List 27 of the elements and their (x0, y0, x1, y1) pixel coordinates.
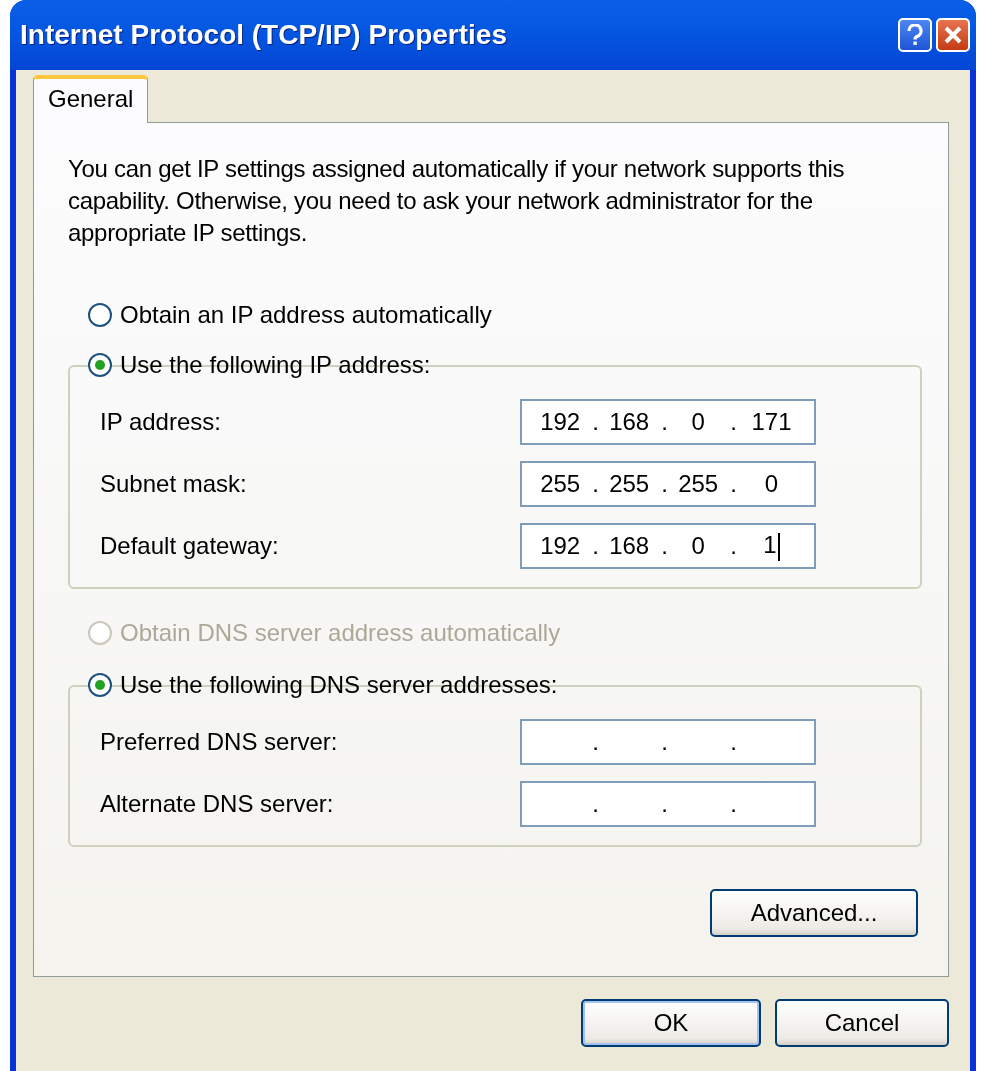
field-label: Alternate DNS server: (100, 790, 334, 818)
radio-button[interactable] (88, 673, 112, 697)
ip-address-field[interactable]: . . . (520, 719, 816, 765)
radio-button[interactable] (88, 353, 112, 377)
field-label: Subnet mask: (100, 470, 247, 498)
field-label: Default gateway: (100, 532, 279, 560)
radio-label: Obtain an IP address automatically (120, 301, 492, 329)
tab[interactable]: General (33, 75, 149, 123)
ip-address-field[interactable]: . . . (520, 781, 816, 827)
field-label: Preferred DNS server: (100, 728, 338, 756)
advanced-button[interactable]: Advanced... (710, 889, 918, 937)
help-button[interactable] (898, 18, 932, 52)
window-title: Internet Protocol (TCP/IP) Properties (20, 19, 508, 51)
ip-address-field[interactable]: 255 . 255 . 255 . 0 (520, 461, 816, 507)
field-label: IP address: (100, 408, 221, 436)
radio-button[interactable] (88, 303, 112, 327)
ok-button[interactable]: OK (581, 999, 761, 1047)
radio-label: Use the following IP address: (120, 351, 431, 379)
intro-text: You can get IP settings assigned automatically if your network supports this capability. Otherwise, you need to ask your network administrator for the appropriate IP settings. (68, 154, 846, 248)
close-button[interactable] (936, 18, 970, 52)
ip-address-field[interactable]: 192 . 168 . 0 . 171 (520, 399, 816, 445)
ip-address-field[interactable]: 192 . 168 . 0 . 1 (520, 523, 816, 569)
help-icon (906, 24, 924, 46)
cancel-button[interactable]: Cancel (775, 999, 949, 1047)
close-icon (944, 26, 962, 44)
radio-label: Obtain DNS server address automatically (120, 619, 561, 647)
radio-label: Use the following DNS server addresses: (120, 671, 558, 699)
